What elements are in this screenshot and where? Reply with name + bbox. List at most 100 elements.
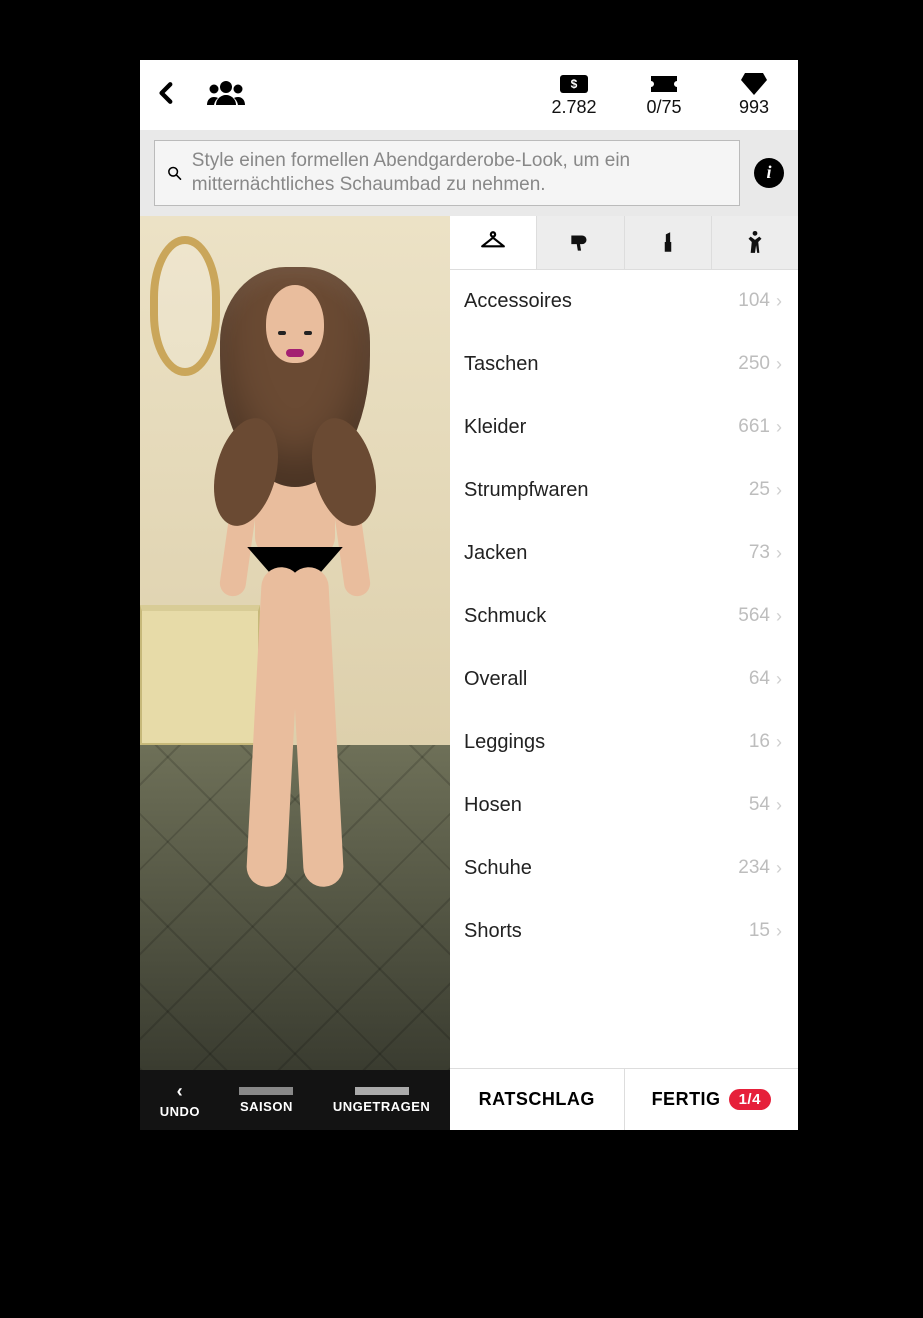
chevron-right-icon: ›: [776, 669, 782, 690]
gems-value: 993: [739, 97, 769, 118]
category-meta: 54 ›: [749, 794, 782, 816]
search-icon: [167, 162, 182, 184]
category-label: Hosen: [464, 794, 522, 817]
done-progress-badge: 1/4: [729, 1089, 771, 1110]
chevron-right-icon: ›: [776, 291, 782, 312]
category-label: Overall: [464, 668, 527, 691]
advice-label: RATSCHLAG: [479, 1089, 595, 1110]
chevron-right-icon: ›: [776, 921, 782, 942]
top-bar: $ 2.782 0/75 993: [140, 60, 798, 130]
category-count: 564: [738, 605, 770, 627]
category-meta: 250 ›: [738, 353, 782, 375]
category-row[interactable]: Jacken 73 ›: [450, 522, 798, 585]
category-count: 73: [749, 542, 770, 564]
category-count: 15: [749, 920, 770, 942]
hairdryer-icon: [567, 229, 593, 255]
category-count: 54: [749, 794, 770, 816]
category-row[interactable]: Accessoires 104 ›: [450, 270, 798, 333]
chevron-right-icon: ›: [776, 795, 782, 816]
category-label: Jacken: [464, 542, 527, 565]
category-row[interactable]: Hosen 54 ›: [450, 774, 798, 837]
advice-button[interactable]: RATSCHLAG: [450, 1069, 624, 1130]
info-icon: i: [766, 162, 771, 183]
category-label: Accessoires: [464, 290, 572, 313]
category-label: Schmuck: [464, 605, 546, 628]
category-row[interactable]: Schmuck 564 ›: [450, 585, 798, 648]
season-filter-button[interactable]: SAISON: [239, 1087, 293, 1114]
chevron-right-icon: ›: [776, 417, 782, 438]
app-window: $ 2.782 0/75 993 Style einen formellen A…: [140, 60, 798, 1130]
category-label: Strumpfwaren: [464, 479, 589, 502]
body-icon: [742, 229, 768, 255]
chevron-right-icon: ›: [776, 606, 782, 627]
unworn-label: UNGETRAGEN: [333, 1099, 430, 1114]
chevron-right-icon: ›: [776, 732, 782, 753]
season-label: SAISON: [240, 1099, 293, 1114]
svg-text:$: $: [571, 77, 578, 91]
currency-gems[interactable]: 993: [724, 73, 784, 118]
undo-label: UNDO: [160, 1104, 200, 1119]
friends-button[interactable]: [206, 79, 246, 112]
chevron-right-icon: ›: [776, 354, 782, 375]
challenge-text: Style einen formellen Abendgarderobe-Loo…: [192, 149, 727, 197]
tickets-value: 0/75: [646, 97, 681, 118]
cash-value: 2.782: [551, 97, 596, 118]
challenge-description[interactable]: Style einen formellen Abendgarderobe-Loo…: [154, 140, 740, 206]
chevron-right-icon: ›: [776, 543, 782, 564]
category-meta: 15 ›: [749, 920, 782, 942]
category-count: 16: [749, 731, 770, 753]
category-count: 25: [749, 479, 770, 501]
bottom-action-bar: RATSCHLAG FERTIG 1/4: [450, 1068, 798, 1130]
category-count: 661: [738, 416, 770, 438]
info-button[interactable]: i: [754, 158, 784, 188]
chevron-left-icon: [154, 80, 180, 106]
category-meta: 564 ›: [738, 605, 782, 627]
tab-clothing[interactable]: [450, 216, 536, 269]
category-count: 64: [749, 668, 770, 690]
cash-icon: $: [559, 74, 589, 94]
category-meta: 73 ›: [749, 542, 782, 564]
tab-body[interactable]: [711, 216, 798, 269]
category-label: Schuhe: [464, 857, 532, 880]
chevron-right-icon: ›: [776, 858, 782, 879]
category-count: 250: [738, 353, 770, 375]
category-list[interactable]: Accessoires104›Taschen250›Kleider661›Str…: [450, 270, 798, 1069]
back-button[interactable]: [154, 80, 180, 111]
undo-button[interactable]: ‹ UNDO: [160, 1082, 200, 1119]
currency-cash[interactable]: $ 2.782: [544, 73, 604, 118]
lipstick-icon: [655, 229, 681, 255]
category-row[interactable]: Strumpfwaren 25 ›: [450, 459, 798, 522]
category-row[interactable]: Overall 64 ›: [450, 648, 798, 711]
ticket-icon: [649, 74, 679, 94]
category-label: Shorts: [464, 920, 522, 943]
avatar-scene[interactable]: [140, 216, 450, 1071]
category-meta: 16 ›: [749, 731, 782, 753]
category-row[interactable]: Shorts 15 ›: [450, 900, 798, 963]
category-row[interactable]: Leggings 16 ›: [450, 711, 798, 774]
category-row[interactable]: Schuhe 234›: [450, 837, 798, 900]
category-row[interactable]: Taschen 250 ›: [450, 333, 798, 396]
tab-makeup[interactable]: [624, 216, 711, 269]
category-meta: 234›: [738, 857, 782, 879]
category-row[interactable]: Kleider 661 ›: [450, 396, 798, 459]
unworn-filter-button[interactable]: UNGETRAGEN: [333, 1087, 430, 1114]
category-label: Leggings: [464, 731, 545, 754]
main-area: ‹ UNDO SAISON UNGETRAGEN: [140, 216, 798, 1131]
category-count: 104: [738, 290, 770, 312]
catalog-tabs: [450, 216, 798, 270]
avatar-panel: ‹ UNDO SAISON UNGETRAGEN: [140, 216, 450, 1131]
avatar-bottom-controls: ‹ UNDO SAISON UNGETRAGEN: [140, 1070, 450, 1130]
category-meta: 64 ›: [749, 668, 782, 690]
category-label: Taschen: [464, 353, 539, 376]
currency-tickets[interactable]: 0/75: [634, 73, 694, 118]
category-meta: 104 ›: [738, 290, 782, 312]
category-meta: 25 ›: [749, 479, 782, 501]
catalog-panel: Accessoires104›Taschen250›Kleider661›Str…: [450, 216, 798, 1131]
challenge-bar: Style einen formellen Abendgarderobe-Loo…: [140, 130, 798, 216]
category-label: Kleider: [464, 416, 526, 439]
done-button[interactable]: FERTIG 1/4: [624, 1069, 799, 1130]
tab-hair[interactable]: [536, 216, 623, 269]
hanger-icon: [480, 229, 506, 255]
avatar-model: [210, 267, 380, 907]
chevron-right-icon: ›: [776, 480, 782, 501]
